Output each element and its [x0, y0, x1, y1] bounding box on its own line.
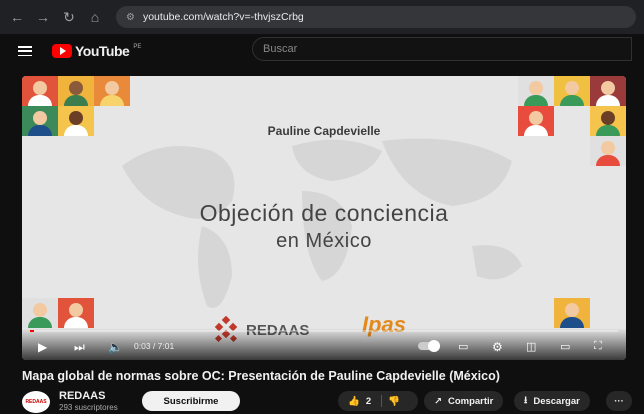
- fullscreen-icon[interactable]: ⛶: [594, 340, 602, 353]
- avatar-tile: [22, 298, 58, 328]
- search-placeholder: Buscar: [263, 43, 298, 55]
- back-icon[interactable]: ←: [8, 8, 26, 26]
- youtube-play-icon: [52, 44, 72, 58]
- share-button[interactable]: ↗ Compartir: [424, 391, 504, 411]
- subscriber-count: 293 suscriptores: [59, 403, 118, 412]
- browser-toolbar: ← → ↻ ⌂ ⚙ youtube.com/watch?v=-thvjszCrb…: [0, 0, 644, 34]
- menu-icon[interactable]: [18, 46, 32, 56]
- channel-avatar[interactable]: REDAAS: [22, 391, 50, 413]
- address-bar[interactable]: ⚙ youtube.com/watch?v=-thvjszCrbg: [116, 6, 636, 28]
- url-text: youtube.com/watch?v=-thvjszCrbg: [142, 11, 304, 23]
- logo-text: YouTube: [75, 43, 130, 59]
- avatar-tile: [518, 76, 554, 106]
- video-slide-title: Objeción de conciencia: [199, 200, 449, 226]
- owner-row: REDAAS REDAAS 293 suscriptores Suscribir…: [22, 390, 632, 414]
- avatar-tile: [554, 298, 590, 328]
- more-icon: ···: [614, 395, 624, 407]
- youtube-header: YouTube PE Buscar: [0, 34, 644, 68]
- share-icon: ↗: [434, 395, 442, 407]
- progress-fill: [30, 330, 35, 332]
- next-icon[interactable]: ⏭: [74, 340, 85, 355]
- video-player[interactable]: Pauline Capdevielle Objeción de concienc…: [22, 76, 626, 360]
- subscribe-button[interactable]: Suscribirme: [142, 391, 240, 411]
- theater-mode-icon[interactable]: ▭: [560, 340, 570, 353]
- avatar-tile: [58, 298, 94, 328]
- play-icon[interactable]: ▶: [38, 340, 47, 354]
- miniplayer-icon[interactable]: ◫: [526, 340, 536, 353]
- share-label: Compartir: [447, 395, 494, 407]
- video-slide-subtitle: en México: [276, 230, 372, 252]
- avatar-tile: [590, 76, 626, 106]
- video-title: Mapa global de normas sobre OC: Presenta…: [22, 369, 500, 383]
- progress-bar[interactable]: [30, 330, 618, 332]
- volume-icon[interactable]: 🔈: [108, 340, 123, 354]
- channel-name[interactable]: REDAAS: [59, 390, 105, 402]
- like-count[interactable]: 2: [366, 396, 371, 407]
- avatar-tile: [22, 76, 58, 106]
- download-button[interactable]: ⭳ Descargar: [514, 391, 590, 411]
- youtube-logo[interactable]: YouTube PE: [52, 43, 141, 59]
- home-icon[interactable]: ⌂: [86, 8, 104, 26]
- avatar-tile: [554, 76, 590, 106]
- player-controls: ▶ ⏭ 🔈 0:03 / 7:01 ▭ ⚙ ◫ ▭ ⛶: [22, 328, 626, 360]
- video-presenter-name: Pauline Capdevielle: [267, 124, 381, 138]
- avatar-tile: [58, 76, 94, 106]
- time-display: 0:03 / 7:01: [134, 341, 175, 351]
- download-icon: ⭳: [524, 395, 528, 406]
- search-input[interactable]: Buscar: [252, 37, 632, 61]
- like-icon[interactable]: 👍: [348, 396, 360, 407]
- avatar-tile: [94, 76, 130, 106]
- download-label: Descargar: [533, 395, 580, 407]
- site-info-icon[interactable]: ⚙: [126, 12, 135, 23]
- logo-region: PE: [133, 44, 142, 50]
- divider: [381, 395, 383, 407]
- autoplay-toggle[interactable]: [418, 340, 440, 352]
- dislike-icon[interactable]: 👎: [388, 396, 400, 407]
- forward-icon[interactable]: →: [34, 8, 52, 26]
- reload-icon[interactable]: ↻: [60, 8, 78, 26]
- subtitles-icon[interactable]: ▭: [458, 340, 468, 353]
- avatar-tile: [590, 136, 626, 166]
- more-actions-button[interactable]: ···: [606, 391, 632, 411]
- like-dislike-group: 👍 2 👎: [338, 391, 418, 411]
- settings-icon[interactable]: ⚙: [492, 340, 503, 354]
